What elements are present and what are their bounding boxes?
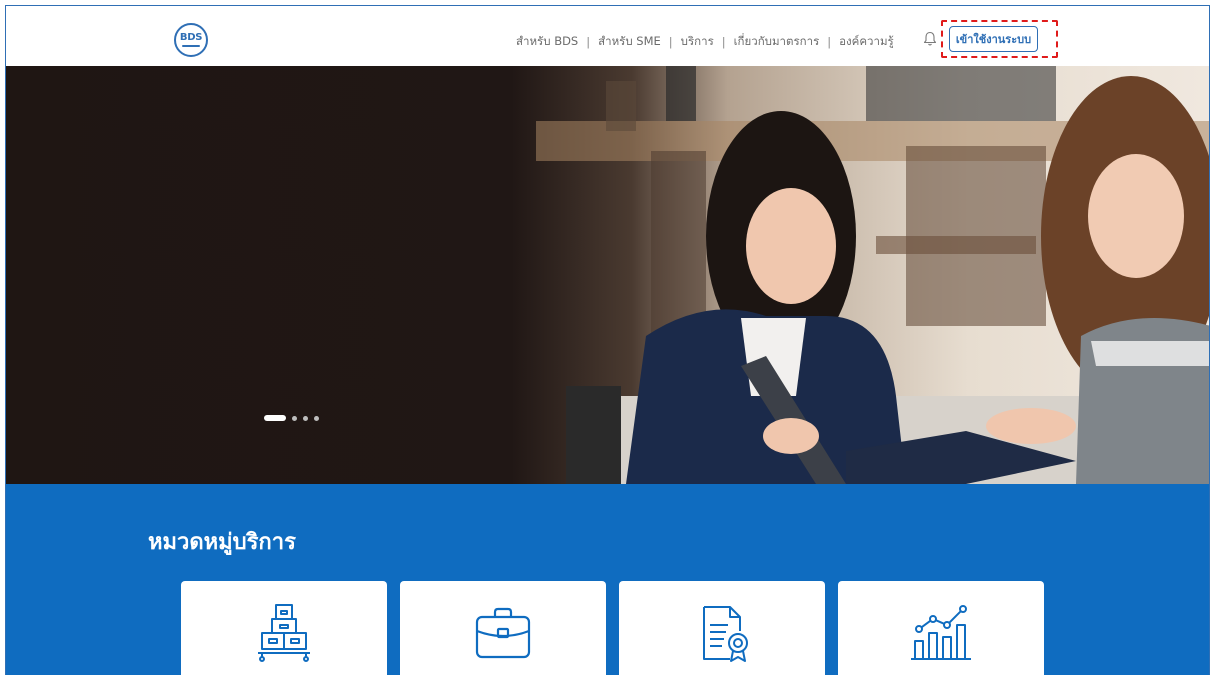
main-nav: สำหรับ BDS | สำหรับ SME | บริการ | เกี่ย… bbox=[516, 33, 894, 51]
category-card-growth[interactable] bbox=[838, 581, 1044, 675]
category-card-warehouse[interactable] bbox=[181, 581, 387, 675]
nav-item-services[interactable]: บริการ bbox=[681, 33, 714, 51]
certificate-document-icon bbox=[703, 606, 748, 662]
carousel-dot[interactable] bbox=[292, 415, 297, 421]
hero-photo bbox=[536, 66, 1209, 484]
logo-text: BDS bbox=[179, 32, 203, 43]
browser-page: BDS สำหรับ BDS | สำหรับ SME | บริการ | เ… bbox=[5, 5, 1210, 675]
hero-banner bbox=[6, 66, 1209, 484]
nav-item-for-sme[interactable]: สำหรับ SME bbox=[598, 33, 661, 51]
nav-separator: | bbox=[827, 35, 832, 49]
nav-separator: | bbox=[721, 35, 726, 49]
carousel-dot-active[interactable] bbox=[264, 415, 286, 421]
warehouse-boxes-icon bbox=[258, 604, 310, 662]
nav-item-about-measures[interactable]: เกี่ยวกับมาตรการ bbox=[734, 33, 820, 51]
briefcase-icon bbox=[475, 607, 531, 659]
category-card-business[interactable] bbox=[400, 581, 606, 675]
bell-icon[interactable] bbox=[923, 31, 937, 47]
carousel-dot[interactable] bbox=[303, 415, 308, 421]
nav-separator: | bbox=[586, 35, 591, 49]
carousel-indicators bbox=[264, 415, 319, 421]
category-card-certificate[interactable] bbox=[619, 581, 825, 675]
logo-underline bbox=[182, 45, 200, 47]
growth-chart-icon bbox=[911, 605, 971, 660]
carousel-dot[interactable] bbox=[314, 415, 319, 421]
nav-separator: | bbox=[668, 35, 673, 49]
nav-item-knowledge[interactable]: องค์ความรู้ bbox=[839, 33, 894, 51]
nav-item-for-bds[interactable]: สำหรับ BDS bbox=[516, 33, 578, 51]
site-header: BDS สำหรับ BDS | สำหรับ SME | บริการ | เ… bbox=[6, 6, 1209, 66]
login-button[interactable]: เข้าใช้งานระบบ bbox=[949, 26, 1038, 52]
bds-logo[interactable]: BDS bbox=[174, 23, 208, 57]
service-categories-section: หมวดหมู่บริการ bbox=[6, 484, 1209, 675]
section-title: หมวดหมู่บริการ bbox=[148, 530, 296, 555]
